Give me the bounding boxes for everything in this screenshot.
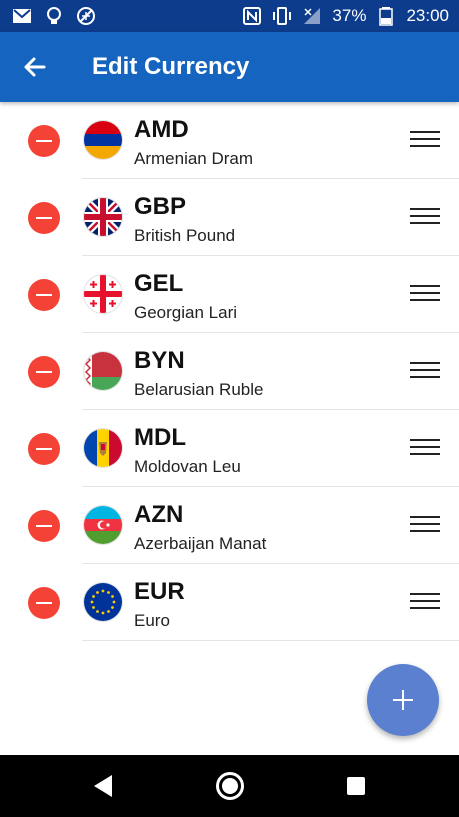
currency-list: AMD Armenian Dram GBP British Pound GEL … — [0, 102, 459, 641]
currency-row-gel[interactable]: GEL Georgian Lari — [0, 256, 459, 333]
battery-icon — [379, 7, 394, 26]
status-bar: 37% 23:00 — [0, 0, 459, 32]
nav-home-icon[interactable] — [216, 772, 244, 800]
remove-button[interactable] — [28, 202, 60, 234]
armenia-flag-icon — [84, 121, 122, 159]
remove-button[interactable] — [28, 356, 60, 388]
clock: 23:00 — [406, 6, 449, 25]
battery-percent: 37% — [332, 6, 367, 25]
drag-handle-icon[interactable] — [410, 285, 440, 303]
vibrate-icon — [273, 7, 292, 25]
remove-button[interactable] — [28, 433, 60, 465]
belarus-flag-icon — [84, 352, 122, 390]
nfc-icon — [243, 7, 262, 25]
currency-name: Moldovan Leu — [134, 457, 241, 476]
currency-code: AMD — [134, 116, 189, 143]
currency-row-amd[interactable]: AMD Armenian Dram — [0, 102, 459, 179]
signal-icon — [304, 8, 321, 24]
currency-row-azn[interactable]: AZN Azerbaijan Manat — [0, 487, 459, 564]
drag-handle-icon[interactable] — [410, 593, 440, 611]
currency-row-byn[interactable]: BYN Belarusian Ruble — [0, 333, 459, 410]
lightbulb-icon — [47, 7, 61, 24]
remove-button[interactable] — [28, 125, 60, 157]
drag-handle-icon[interactable] — [410, 208, 440, 226]
currency-code: MDL — [134, 424, 186, 451]
drag-handle-icon[interactable] — [410, 131, 440, 149]
currency-row-eur[interactable]: EUR Euro — [0, 564, 459, 641]
nav-back-icon[interactable] — [92, 774, 114, 798]
drag-handle-icon[interactable] — [410, 362, 440, 380]
currency-code: BYN — [134, 347, 185, 374]
currency-name: Azerbaijan Manat — [134, 534, 267, 553]
drag-handle-icon[interactable] — [410, 439, 440, 457]
currency-name: Georgian Lari — [134, 303, 238, 322]
currency-code: AZN — [134, 501, 184, 528]
currency-row-mdl[interactable]: MDL Moldovan Leu — [0, 410, 459, 487]
currency-name: Euro — [134, 611, 170, 630]
georgia-flag-icon — [84, 275, 122, 313]
back-arrow-icon[interactable] — [20, 52, 50, 82]
azerbaijan-flag-icon — [84, 506, 122, 544]
add-currency-button[interactable] — [367, 664, 439, 736]
currency-name: British Pound — [134, 226, 236, 245]
remove-button[interactable] — [28, 510, 60, 542]
remove-button[interactable] — [28, 587, 60, 619]
currency-name: Armenian Dram — [134, 149, 254, 168]
drag-handle-icon[interactable] — [410, 516, 440, 534]
currency-code: GBP — [134, 193, 187, 220]
app-bar: Edit Currency — [0, 32, 459, 102]
navigation-bar — [0, 755, 459, 817]
remove-button[interactable] — [28, 279, 60, 311]
page-title: Edit Currency — [92, 53, 250, 80]
currency-code: EUR — [134, 578, 185, 605]
system-icons: 37% 23:00 — [242, 6, 449, 26]
nav-recents-icon[interactable] — [347, 777, 365, 795]
gmail-icon — [13, 9, 31, 23]
notification-icons — [12, 6, 96, 26]
eu-flag-icon — [84, 583, 122, 621]
moldova-flag-icon — [84, 429, 122, 467]
currency-code: GEL — [134, 270, 184, 297]
uk-flag-icon — [84, 198, 122, 236]
divider — [82, 640, 459, 641]
currency-row-gbp[interactable]: GBP British Pound — [0, 179, 459, 256]
data-saver-icon — [77, 7, 95, 25]
currency-name: Belarusian Ruble — [134, 380, 264, 399]
